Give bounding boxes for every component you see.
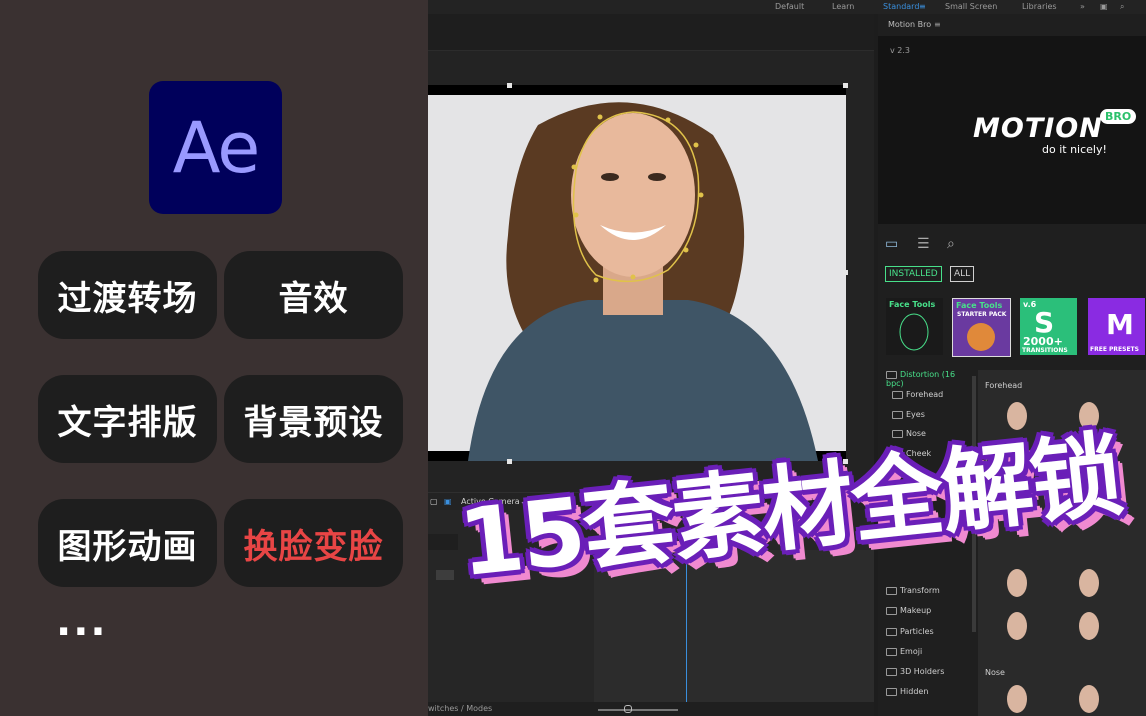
portrait-image [428,85,846,461]
tree-item-eyes[interactable]: Eyes [892,410,925,419]
face-preset-thumb[interactable] [1076,609,1102,643]
workspace-learn[interactable]: Learn [832,2,854,11]
folder-icon[interactable]: ▭ [885,236,898,252]
transform-handle[interactable] [843,270,848,275]
panel-menu-icon[interactable]: ≡ [934,20,941,29]
workspace-default[interactable]: Default [775,2,804,11]
panel-title: Motion Bro [888,20,932,29]
pill-motion-graphics[interactable]: 图形动画 [38,499,217,587]
section-forehead: Forehead [985,381,1023,390]
folder-icon [886,586,897,595]
version-label: v 2.3 [890,46,910,55]
timecode-field[interactable] [428,534,458,550]
face-preset-thumb[interactable] [1004,609,1030,643]
tree-item-transform[interactable]: Transform [886,586,940,595]
folder-icon [892,410,903,419]
tree-item-distortion[interactable]: Distortion (16 bpc) [886,370,972,388]
grid-icon[interactable]: ▢ [430,497,438,506]
search-icon[interactable]: ⌕ [1120,2,1124,12]
filter-all[interactable]: ALL [950,266,975,282]
tree-item-forehead[interactable]: Forehead [892,390,943,399]
pack-face-tools[interactable]: Face Tools [886,298,943,355]
face-preset-thumb[interactable] [1004,682,1030,716]
zoom-slider[interactable] [598,709,678,711]
sliders-icon[interactable]: ☰ [917,236,930,252]
tree-item-3d-holders[interactable]: 3D Holders [886,667,944,676]
pack-face-tools-starter[interactable]: Face Tools STARTER PACK [952,298,1011,357]
tree-item-makeup[interactable]: Makeup [886,606,931,615]
tree-item-emoji[interactable]: Emoji [886,647,922,656]
transform-handle[interactable] [843,83,848,88]
tree-item-hidden[interactable]: Hidden [886,687,928,696]
folder-icon [886,647,897,656]
pack-free-presets[interactable]: M FREE PRESETS [1088,298,1145,355]
chevron-right-icon[interactable]: » [1080,2,1085,11]
face-outline-icon [899,313,929,351]
composition-tab-bar [428,14,874,51]
tagline: do it nicely! [1042,143,1107,156]
workspace-standard[interactable]: Standard [883,2,919,11]
zoom-slider-handle[interactable] [624,705,632,713]
switches-modes-toggle[interactable]: witches / Modes [428,704,492,713]
screen-icon[interactable]: ▣ [1100,2,1108,11]
motion-bro-logo: MOTION [973,113,1103,144]
workspace-bar: Default Learn Standard ≡ Small Screen Li… [428,0,1146,14]
tiger-face-icon [967,323,995,351]
search-icon[interactable]: ⌕ [947,236,955,252]
filter-installed[interactable]: INSTALLED [885,266,942,282]
pill-sound-effects[interactable]: 音效 [224,251,403,339]
pill-face-swap[interactable]: 换脸变脸 [224,499,403,587]
face-preset-thumb[interactable] [1004,566,1030,600]
folder-icon [886,687,897,696]
transform-handle[interactable] [507,83,512,88]
section-nose: Nose [985,668,1005,677]
workspace-libraries[interactable]: Libraries [1022,2,1057,11]
folder-icon [886,667,897,676]
layer-switch[interactable] [436,570,454,580]
pack-caption: TRANSITIONS [1022,347,1068,354]
promo-panel: Ae 过渡转场 音效 文字排版 背景预设 图形动画 换脸变脸 ... [0,0,428,716]
folder-icon [886,627,897,636]
m-logo-icon: M [1106,308,1134,341]
after-effects-logo-icon: Ae [149,81,282,214]
pill-transitions[interactable]: 过渡转场 [38,251,217,339]
pack-subtitle: FREE PRESETS [1090,346,1139,353]
more-ellipsis: ... [56,599,108,645]
pack-transitions[interactable]: v.6 S 2000+ TRANSITIONS [1020,298,1077,355]
workspace-small-screen[interactable]: Small Screen [945,2,997,11]
workspace-menu-icon[interactable]: ≡ [919,2,926,11]
bro-badge: BRO [1100,109,1137,124]
tree-item-particles[interactable]: Particles [886,627,934,636]
logo-text: Ae [172,106,261,189]
pill-typography[interactable]: 文字排版 [38,375,217,463]
face-preset-thumb[interactable] [1076,682,1102,716]
pill-background-presets[interactable]: 背景预设 [224,375,403,463]
folder-icon [892,390,903,399]
face-preset-thumb[interactable] [1076,566,1102,600]
region-icon[interactable]: ▣ [444,497,452,506]
composition-viewer[interactable] [428,85,846,461]
folder-icon [886,370,897,379]
folder-icon [886,606,897,615]
timeline-footer: witches / Modes [428,702,874,716]
